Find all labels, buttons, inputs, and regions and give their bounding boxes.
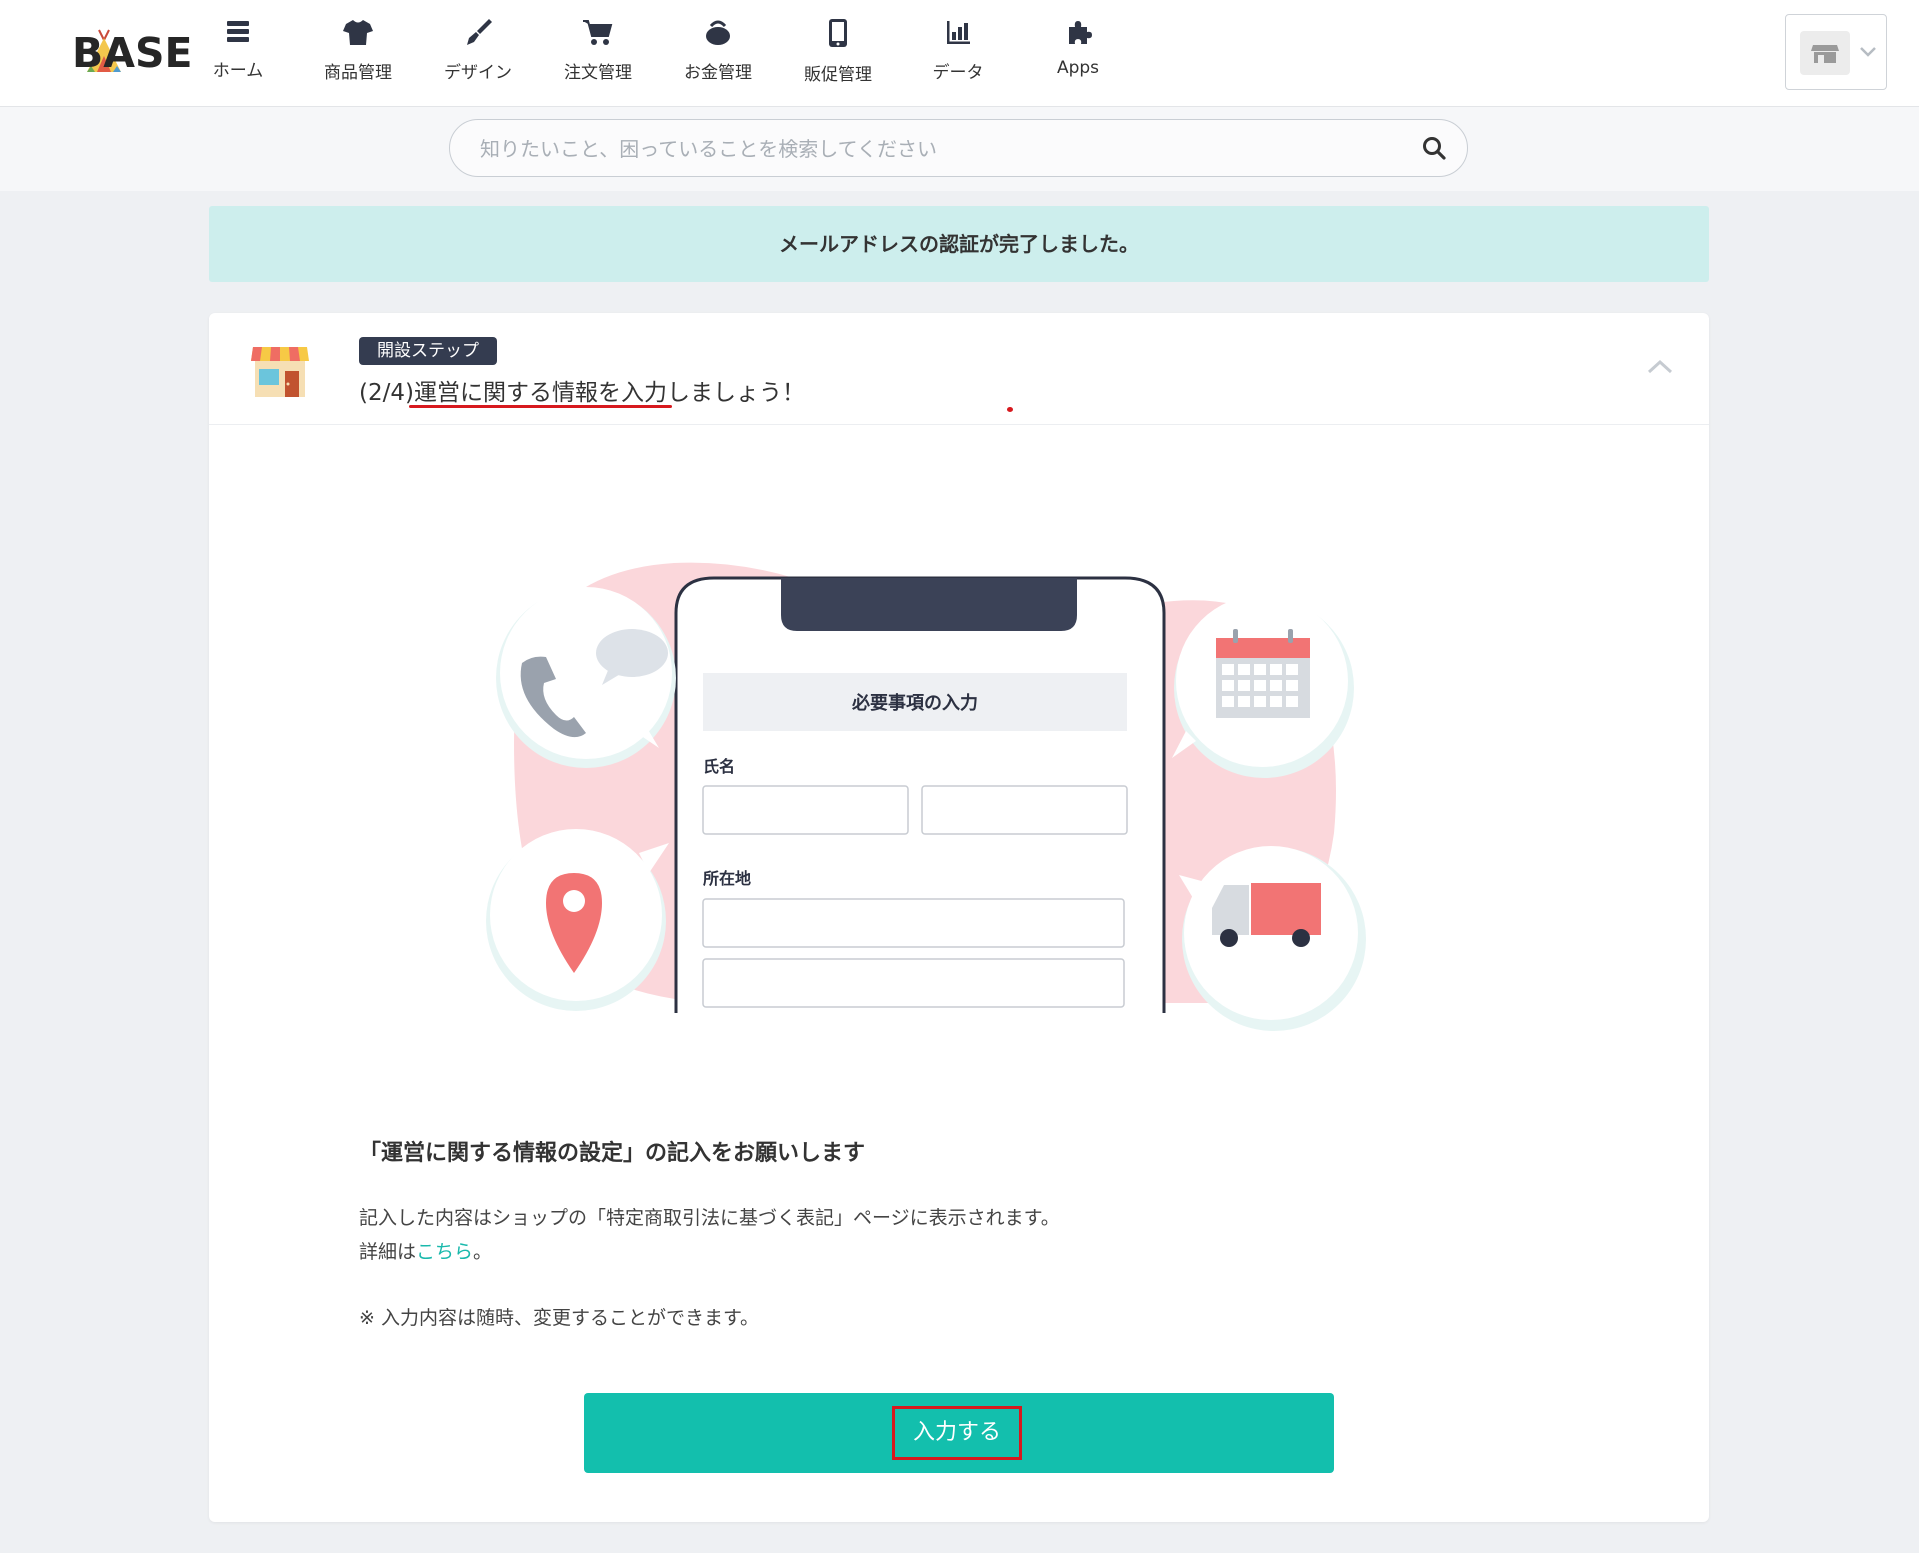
- form-heading: 必要事項の入力: [851, 692, 978, 714]
- nav-label: お金管理: [684, 63, 752, 83]
- email-verified-notice: メールアドレスの認証が完了しました。: [209, 206, 1709, 282]
- note-text: ※ 入力内容は随時、変更することができます。: [359, 1307, 760, 1329]
- puzzle-icon: [1069, 21, 1092, 44]
- brush-icon: [467, 19, 492, 45]
- address-label: 所在地: [703, 869, 751, 888]
- nav-item-data[interactable]: データ: [898, 18, 1018, 90]
- nav-item-orders[interactable]: 注文管理: [538, 18, 658, 90]
- search-icon[interactable]: [1421, 135, 1447, 161]
- card-header: 開設ステップ (2/4)運営に関する情報を入力しましょう！: [209, 313, 1709, 425]
- shop-switcher[interactable]: [1785, 14, 1887, 90]
- section-heading: 「運営に関する情報の設定」の記入をお願いします: [359, 1141, 866, 1166]
- store-icon: [1811, 45, 1839, 63]
- brand-name: BASE: [72, 29, 193, 77]
- nav-item-money[interactable]: お金管理: [658, 18, 778, 90]
- details-suffix: 。: [473, 1241, 493, 1263]
- input-button[interactable]: 入力する: [584, 1393, 1334, 1473]
- coin-purse-icon: [706, 20, 730, 45]
- chevron-down-icon: [1860, 47, 1876, 57]
- search-band: [0, 107, 1919, 191]
- details-link[interactable]: こちら: [416, 1241, 473, 1263]
- description-text: 記入した内容はショップの「特定商取引法に基づく表記」ページに表示されます。: [359, 1207, 1060, 1229]
- setup-step-card: 開設ステップ (2/4)運営に関する情報を入力しましょう！ 必要事項の入力 氏名…: [209, 313, 1709, 1522]
- nav-item-products[interactable]: 商品管理: [298, 18, 418, 90]
- bar-chart-icon: [947, 21, 970, 44]
- nav-label: Apps: [1056, 58, 1100, 78]
- nav-item-promotion[interactable]: 販促管理: [778, 18, 898, 90]
- details-line: 詳細はこちら。: [359, 1237, 492, 1264]
- red-underline-annotation: [409, 405, 672, 408]
- search-input[interactable]: [478, 120, 1402, 178]
- step-badge: 開設ステップ: [359, 337, 497, 365]
- red-dot-annotation: [1007, 407, 1013, 412]
- shop-illustration-icon: [251, 347, 309, 397]
- nav-item-apps[interactable]: Apps: [1018, 18, 1138, 90]
- top-header: BASE ホーム 商品管理 デザイン 注文管理 お金管理 販促管理 データ Ap…: [0, 0, 1919, 107]
- nav-label: デザイン: [444, 63, 512, 83]
- cart-icon: [583, 20, 613, 45]
- tshirt-icon: [343, 20, 373, 45]
- nav-label: ホーム: [212, 61, 264, 81]
- nav-item-home[interactable]: ホーム: [178, 18, 298, 90]
- input-button-label: 入力する: [892, 1406, 1022, 1460]
- details-prefix: 詳細は: [359, 1241, 417, 1263]
- shop-avatar: [1800, 31, 1850, 75]
- chevron-up-icon[interactable]: [1645, 357, 1675, 377]
- search-box: [449, 119, 1468, 178]
- list-icon: [227, 21, 249, 42]
- nav-label: 販促管理: [804, 65, 872, 85]
- smartphone-icon: [829, 19, 847, 47]
- nav-item-design[interactable]: デザイン: [418, 18, 538, 90]
- form-illustration: 必要事項の入力 氏名 所在地: [486, 562, 1366, 1031]
- step-counter: (2/4): [359, 380, 414, 406]
- step-title-text: 運営に関する情報を入力しましょう！: [413, 380, 805, 406]
- nav-label: 商品管理: [324, 63, 392, 83]
- name-label: 氏名: [703, 757, 735, 776]
- step-title: (2/4)運営に関する情報を入力しましょう！: [359, 373, 805, 407]
- nav-label: 注文管理: [564, 63, 632, 83]
- nav-label: データ: [932, 63, 984, 83]
